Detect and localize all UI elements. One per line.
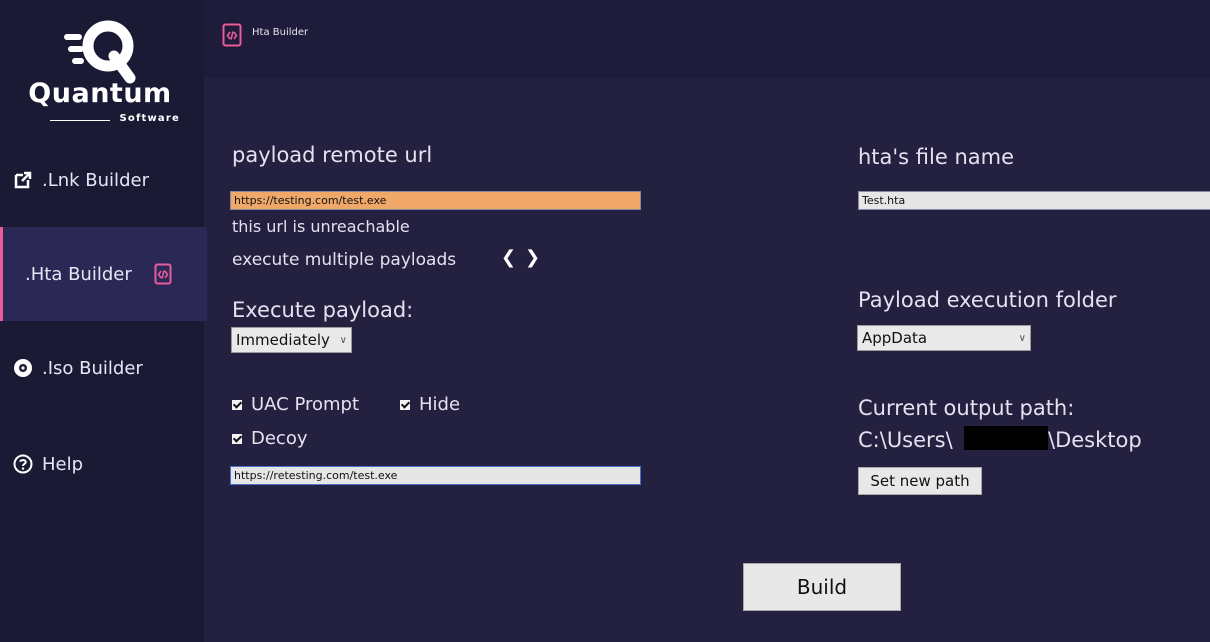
output-path-label: Current output path: bbox=[858, 396, 1075, 420]
chevron-right-icon[interactable]: ❯ bbox=[525, 247, 540, 268]
disc-icon bbox=[12, 357, 34, 379]
url-status-text: this url is unreachable bbox=[232, 217, 410, 236]
hide-checkbox[interactable]: Hide bbox=[400, 394, 460, 415]
build-button[interactable]: Build bbox=[743, 563, 901, 611]
sidebar-item-iso-builder[interactable]: .Iso Builder bbox=[0, 321, 204, 415]
quantum-q-logo-icon bbox=[64, 20, 136, 84]
execute-payload-label: Execute payload: bbox=[232, 298, 414, 322]
exec-folder-label: Payload execution folder bbox=[858, 288, 1117, 312]
hta-file-name-input[interactable] bbox=[858, 191, 1210, 210]
sidebar: Quantum Software .Lnk Builder .Hta Build… bbox=[0, 0, 207, 642]
sidebar-item-hta-builder[interactable]: .Hta Builder bbox=[0, 227, 207, 321]
html-file-icon bbox=[152, 263, 174, 285]
decoy-checkbox[interactable]: Decoy bbox=[232, 428, 308, 449]
decoy-label: Decoy bbox=[251, 428, 308, 449]
set-new-path-button[interactable]: Set new path bbox=[858, 467, 982, 495]
html-file-icon bbox=[222, 23, 242, 47]
logo-subtitle: Software bbox=[119, 113, 180, 124]
execute-payload-value: Immediately bbox=[236, 331, 330, 349]
app-window: Quantum Software .Lnk Builder .Hta Build… bbox=[0, 0, 1210, 642]
uac-prompt-checkbox[interactable]: UAC Prompt bbox=[232, 394, 359, 415]
exec-folder-select[interactable]: AppData ∨ bbox=[857, 325, 1031, 351]
hide-label: Hide bbox=[419, 394, 461, 415]
top-bar: Hta Builder bbox=[204, 0, 1210, 78]
sidebar-item-lnk-builder[interactable]: .Lnk Builder bbox=[0, 133, 204, 227]
help-circle-icon bbox=[12, 453, 34, 475]
execute-payload-select[interactable]: Immediately ∨ bbox=[231, 327, 352, 353]
output-path-suffix: \Desktop bbox=[1048, 428, 1142, 452]
hta-file-name-label: hta's file name bbox=[858, 145, 1015, 169]
payload-url-input[interactable] bbox=[230, 191, 641, 210]
sidebar-item-help[interactable]: Help bbox=[0, 417, 204, 511]
quantum-logo: Quantum Software bbox=[20, 12, 180, 124]
payload-url-label: payload remote url bbox=[232, 143, 433, 167]
exec-folder-value: AppData bbox=[862, 329, 928, 347]
output-path-prefix: C:\Users\ bbox=[858, 428, 953, 452]
sidebar-item-label: .Iso Builder bbox=[42, 357, 143, 379]
chevron-left-icon[interactable]: ❮ bbox=[501, 247, 516, 268]
checkbox-checked-icon bbox=[400, 399, 410, 410]
checkbox-checked-icon bbox=[232, 399, 242, 410]
page-title: Hta Builder bbox=[252, 27, 309, 38]
checkbox-checked-icon bbox=[232, 433, 242, 444]
chevron-down-icon: ∨ bbox=[1018, 332, 1026, 344]
redacted-username bbox=[964, 426, 1048, 450]
sidebar-item-label: Help bbox=[42, 453, 84, 475]
uac-prompt-label: UAC Prompt bbox=[251, 394, 360, 415]
decoy-url-input[interactable] bbox=[230, 466, 641, 485]
multiple-payloads-label: execute multiple payloads bbox=[232, 250, 457, 270]
logo-wordmark: Quantum bbox=[28, 78, 172, 109]
chevron-down-icon: ∨ bbox=[339, 334, 347, 346]
external-link-icon bbox=[12, 169, 34, 191]
sidebar-item-label: .Hta Builder bbox=[25, 263, 132, 285]
sidebar-item-label: .Lnk Builder bbox=[42, 169, 149, 191]
